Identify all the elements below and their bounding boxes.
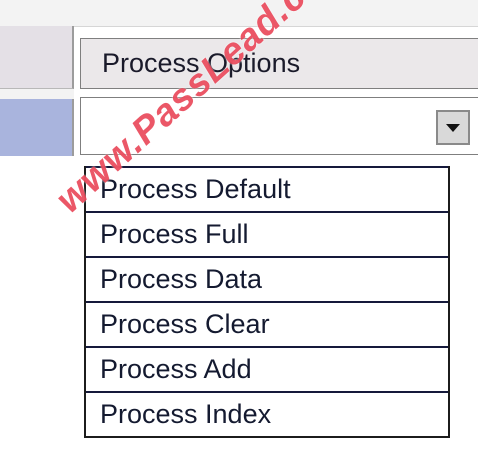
process-options-list: Process Default Process Full Process Dat… [84,166,450,438]
dropdown-toggle-button[interactable] [436,110,470,145]
row-selector-gap [0,89,74,99]
row-selector[interactable] [0,89,74,156]
option-process-index[interactable]: Process Index [86,391,448,436]
option-process-default[interactable]: Process Default [86,166,448,211]
column-header-label: Process Options [102,48,301,78]
chevron-down-icon [446,123,460,132]
option-process-clear[interactable]: Process Clear [86,301,448,346]
column-header-process-options[interactable]: Process Options [80,38,478,89]
option-process-add[interactable]: Process Add [86,346,448,391]
grid-corner-cell [0,26,74,89]
grid-top-strip [0,0,478,27]
process-options-select[interactable] [80,97,478,155]
option-process-full[interactable]: Process Full [86,211,448,256]
option-process-data[interactable]: Process Data [86,256,448,301]
